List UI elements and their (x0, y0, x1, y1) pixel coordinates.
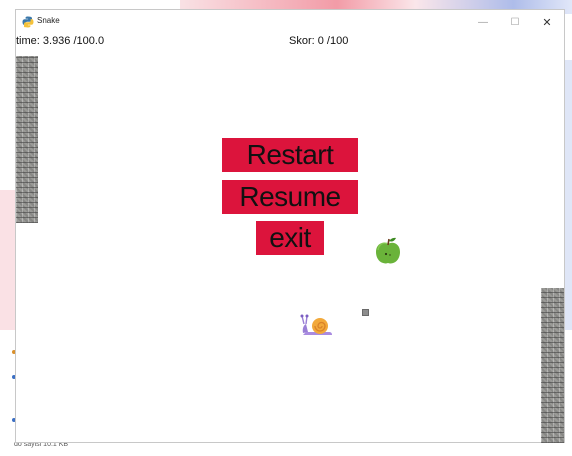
maximize-button[interactable]: ☐ (499, 10, 531, 34)
wall-block (16, 56, 38, 223)
exit-button[interactable]: exit (256, 221, 324, 255)
score-readout: Skor: 0 /100 (289, 35, 349, 47)
time-readout: time: 3.936 /100.0 (16, 35, 105, 47)
wall-block (541, 288, 564, 443)
game-window: Snake — ☐ ✕ time: 3.936 /100.0 Skor: 0 /… (15, 9, 565, 443)
title-bar[interactable]: Snake — ☐ ✕ (16, 10, 564, 34)
apple-icon (376, 237, 400, 264)
pebble-icon (362, 309, 369, 316)
python-icon (22, 16, 34, 28)
minimize-button[interactable]: — (467, 10, 499, 34)
snail-icon (300, 314, 332, 335)
resume-button[interactable]: Resume (222, 180, 358, 214)
window-title: Snake (37, 16, 60, 25)
restart-button[interactable]: Restart (222, 138, 358, 172)
close-button[interactable]: ✕ (531, 10, 563, 34)
